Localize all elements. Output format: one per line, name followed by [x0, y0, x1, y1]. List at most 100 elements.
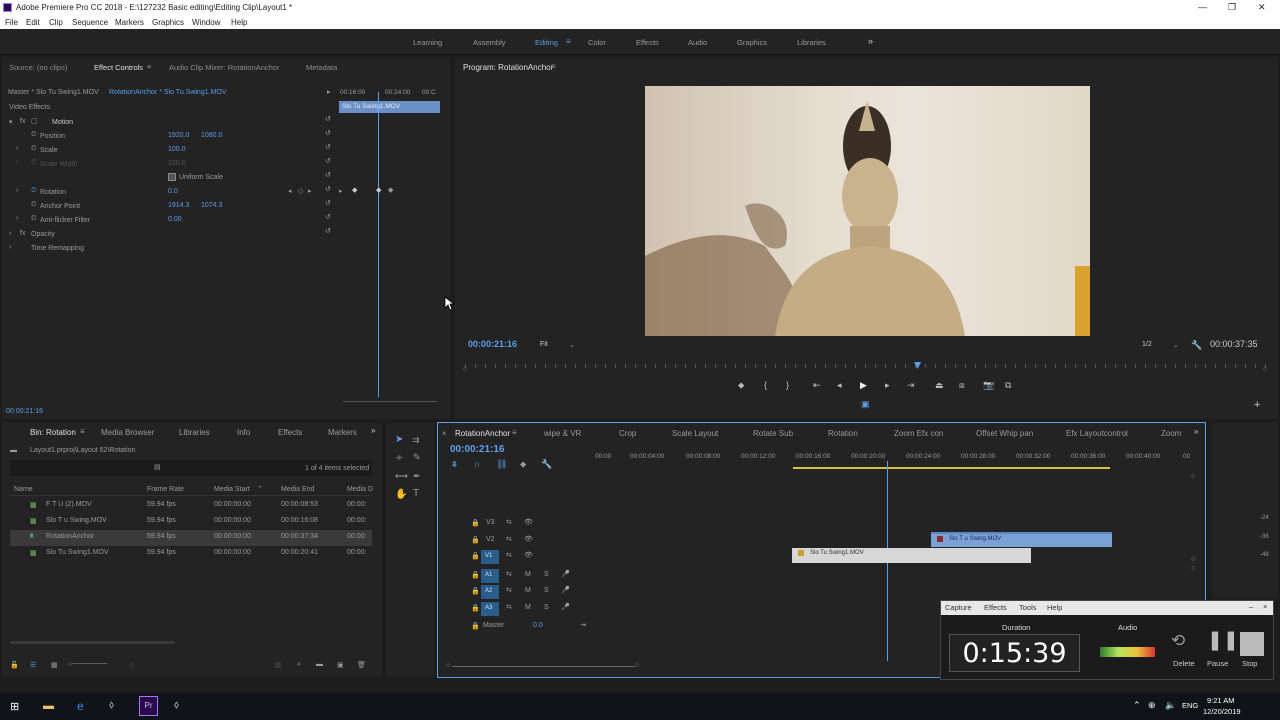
tab-source[interactable]: Source: (no clips)	[9, 63, 67, 72]
tab-bin-rotation[interactable]: Bin: Rotation	[30, 428, 76, 437]
a2-source-patch[interactable]: A2	[481, 585, 499, 599]
tab-sequence[interactable]: Zoom Efx con	[894, 429, 943, 438]
anchor-x-value[interactable]: 1914.3	[168, 202, 189, 209]
table-row[interactable]: ▦ Slo Tu Swing1.MOV 59.94 fps 00:00:00:0…	[10, 546, 372, 562]
reset-icon[interactable]: ↺	[325, 227, 331, 235]
slip-tool-icon[interactable]: ⟷	[395, 471, 408, 482]
menu-file[interactable]: File	[5, 18, 18, 27]
scrubber-end-handle-icon[interactable]: ○	[1263, 366, 1267, 373]
sync-lock-icon[interactable]: ⇆	[506, 551, 512, 559]
fx-icon[interactable]: fx	[20, 118, 25, 125]
position-x-value[interactable]: 1920.0	[168, 132, 189, 139]
step-forward-icon[interactable]: ▸	[885, 380, 890, 391]
pause-label[interactable]: Pause	[1207, 659, 1228, 668]
v1-source-patch[interactable]: V1	[481, 550, 499, 564]
v-scroll-handle-icon[interactable]: ○	[1191, 565, 1195, 572]
ec-clip-bar[interactable]: Slo Tu Swing1.MOV	[339, 101, 440, 113]
lock-icon[interactable]: 🔒	[471, 536, 480, 544]
button-editor-plus-icon[interactable]: +	[1254, 399, 1260, 411]
selection-tool-icon[interactable]: ➤	[395, 434, 403, 445]
new-bin-icon[interactable]: ▬	[316, 661, 323, 668]
lift-icon[interactable]: ⏏	[935, 380, 944, 391]
solo-button[interactable]: S	[544, 571, 549, 578]
expand-arrow-icon[interactable]: ›	[9, 244, 11, 251]
sync-lock-icon[interactable]: ⇆	[506, 586, 512, 594]
tab-menu-icon[interactable]: ≡	[147, 62, 151, 71]
wrench-icon[interactable]: 🔧	[1191, 340, 1202, 351]
track-label[interactable]: V3	[486, 519, 495, 526]
timeline-more-icon[interactable]: »	[1194, 427, 1198, 436]
anchor-y-value[interactable]: 1074.3	[201, 202, 222, 209]
voice-record-icon[interactable]: 🎤	[561, 570, 570, 578]
workspace-libraries[interactable]: Libraries	[797, 38, 826, 47]
recorder-minimize-button[interactable]: –	[1249, 602, 1253, 611]
close-tab-icon[interactable]: ×	[442, 429, 447, 438]
uniform-scale-checkbox[interactable]	[168, 173, 176, 181]
reset-icon[interactable]: ↺	[325, 143, 331, 151]
mark-in-icon[interactable]: {	[764, 380, 767, 390]
program-timecode[interactable]: 00:00:21:16	[468, 339, 517, 349]
stopwatch-icon[interactable]: ⏲	[31, 145, 36, 153]
find-icon[interactable]: ⌕	[297, 661, 301, 669]
expand-arrow-icon[interactable]: ▾	[9, 118, 13, 126]
ripple-edit-tool-icon[interactable]: ⟛	[395, 452, 403, 463]
file-explorer-icon[interactable]: ▬	[43, 700, 54, 712]
lock-icon[interactable]: 🔒	[471, 571, 480, 579]
v-scroll-top-handle-icon[interactable]: ○	[1191, 473, 1195, 480]
reset-icon[interactable]: ↺	[325, 213, 331, 221]
tab-libraries[interactable]: Libraries	[179, 428, 210, 437]
workspace-editing[interactable]: Editing	[535, 38, 558, 47]
sort-icons-icon[interactable]: ◇	[129, 661, 134, 669]
project-h-scrollbar[interactable]	[10, 641, 175, 644]
new-item-icon[interactable]: ▣	[337, 661, 344, 669]
hand-tool-icon[interactable]: ✋	[395, 489, 407, 500]
column-media-end[interactable]: Media End	[281, 486, 314, 493]
master-arrow-icon[interactable]: ⇥	[580, 621, 586, 629]
recorder-menu-help[interactable]: Help	[1047, 603, 1062, 612]
sync-lock-icon[interactable]: ⇆	[506, 518, 512, 526]
stop-label[interactable]: Stop	[1242, 659, 1257, 668]
add-marker-icon[interactable]: ⬥	[738, 380, 744, 391]
ec-zoom-scrollbar[interactable]	[343, 401, 437, 402]
tab-sequence[interactable]: Efx Layoutcontrol	[1066, 429, 1128, 438]
tray-chevron-icon[interactable]: ⌃	[1133, 700, 1141, 711]
export-frame-icon[interactable]: 📷	[983, 380, 994, 391]
solo-button[interactable]: S	[544, 604, 549, 611]
video-frame[interactable]	[645, 86, 1090, 336]
fx-icon[interactable]: fx	[20, 230, 25, 237]
mute-button[interactable]: M	[525, 604, 531, 611]
tab-sequence[interactable]: Rotation	[828, 429, 858, 438]
tab-sequence[interactable]: Offset Whip pan	[976, 429, 1033, 438]
recorder-menu-tools[interactable]: Tools	[1019, 603, 1037, 612]
play-icon[interactable]: ▶	[860, 380, 867, 391]
clock-date[interactable]: 12/20/2019	[1203, 707, 1241, 716]
timeline-clip-v1[interactable]: Slo Tu Swing1.MOV	[792, 548, 1031, 563]
workspace-assembly[interactable]: Assembly	[473, 38, 506, 47]
tab-audio-clip-mixer[interactable]: Audio Clip Mixer: RotationAnchor	[169, 63, 279, 72]
reset-icon[interactable]: ↺	[325, 185, 331, 193]
table-row-selected[interactable]: ⩩ RotationAnchor 59.94 fps 00:00:00:00 0…	[10, 530, 372, 546]
solo-button[interactable]: S	[544, 587, 549, 594]
reset-icon[interactable]: ↺	[325, 199, 331, 207]
anti-flicker-value[interactable]: 0.00	[168, 216, 182, 223]
trash-icon[interactable]: 🗑	[357, 661, 366, 669]
track-label[interactable]: V2	[486, 536, 495, 543]
tab-markers[interactable]: Markers	[328, 428, 357, 437]
recorder-menu-capture[interactable]: Capture	[945, 603, 972, 612]
sequence-clip-label[interactable]: RotationAnchor * Slo Tu Swing1.MOV	[109, 89, 227, 96]
scrubber-start-handle-icon[interactable]: ○	[463, 366, 467, 373]
premiere-taskbar-icon[interactable]: Pr	[139, 696, 158, 716]
timeline-ruler[interactable]: 00:00 00:00:04:00 00:00:08:00 00:00:12:0…	[595, 451, 1190, 469]
master-volume-value[interactable]: 0.0	[533, 622, 543, 629]
tab-sequence[interactable]: Scale Layout	[672, 429, 718, 438]
position-y-value[interactable]: 1080.0	[201, 132, 222, 139]
stopwatch-icon[interactable]: ⏲	[31, 131, 36, 139]
close-button[interactable]: ✕	[1258, 2, 1266, 13]
expand-arrow-icon[interactable]: ›	[16, 187, 18, 194]
h-scroll-start-handle-icon[interactable]: ○	[446, 662, 450, 669]
language-indicator[interactable]: ENG	[1182, 701, 1198, 710]
timeline-h-scrollbar[interactable]	[452, 666, 635, 667]
tab-media-browser[interactable]: Media Browser	[101, 428, 154, 437]
sort-ascending-icon[interactable]: ⌃	[257, 485, 263, 493]
tab-metadata[interactable]: Metadata	[306, 63, 337, 72]
